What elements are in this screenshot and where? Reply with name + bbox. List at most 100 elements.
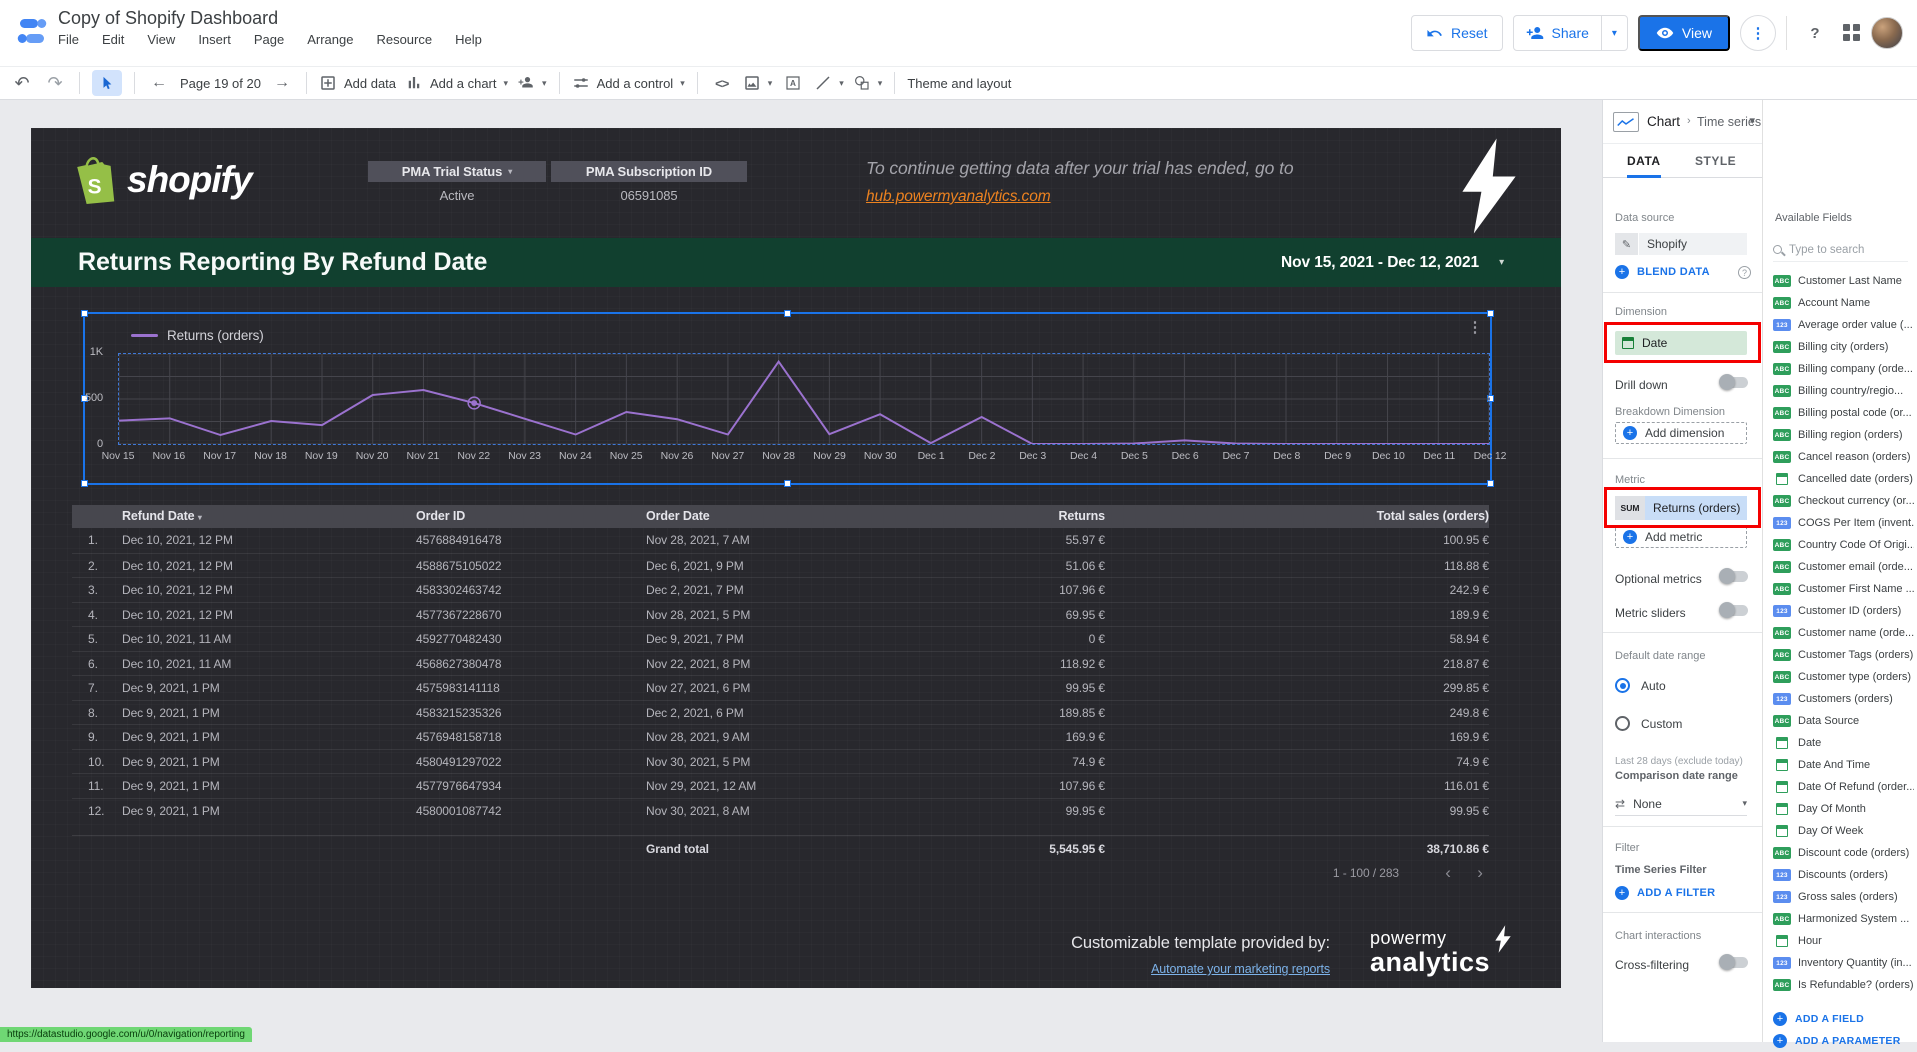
field-date[interactable]: Date [1763,732,1917,754]
chart-menu-button[interactable]: ⋮ [1467,318,1483,336]
date-range-auto-option[interactable]: Auto [1615,678,1666,693]
field-customer-email-orde[interactable]: ABCCustomer email (orde... [1763,556,1917,578]
optional-metrics-toggle[interactable] [1721,571,1748,582]
share-dropdown-caret[interactable]: ▾ [1601,16,1627,50]
date-range-control[interactable]: Nov 15, 2021 - Dec 12, 2021 ▾ [1281,238,1504,287]
field-cancelled-date-orders[interactable]: Cancelled date (orders) [1763,468,1917,490]
edit-pencil-icon[interactable]: ✎ [1615,233,1639,255]
field-date-of-refund-order[interactable]: Date Of Refund (order... [1763,776,1917,798]
embed-code-button[interactable]: <> [710,71,734,95]
field-average-order-value[interactable]: 123Average order value (... [1763,314,1917,336]
table-row[interactable]: 4.Dec 10, 2021, 12 PM4577367228670Nov 28… [72,602,1489,627]
prev-page-button[interactable]: ← [147,71,171,95]
panel-collapse-chevron[interactable]: ▾ [1749,114,1755,127]
field-gross-sales-orders[interactable]: 123Gross sales (orders) [1763,886,1917,908]
field-is-refundable-orders[interactable]: ABCIs Refundable? (orders) [1763,974,1917,996]
metric-sliders-toggle[interactable] [1721,605,1748,616]
add-filter-button[interactable]: + ADD A FILTER [1615,886,1715,900]
field-customers-orders[interactable]: 123Customers (orders) [1763,688,1917,710]
breadcrumb-chart[interactable]: Chart [1647,114,1680,129]
menu-file[interactable]: File [58,32,79,47]
field-discounts-orders[interactable]: 123Discounts (orders) [1763,864,1917,886]
table-row[interactable]: 5.Dec 10, 2021, 11 AM4592770482430Dec 9,… [72,626,1489,651]
field-customer-type-orders[interactable]: ABCCustomer type (orders) [1763,666,1917,688]
field-country-code-of-origi[interactable]: ABCCountry Code Of Origi... [1763,534,1917,556]
date-range-custom-option[interactable]: Custom [1615,716,1682,731]
menu-insert[interactable]: Insert [198,32,231,47]
field-billing-city-orders[interactable]: ABCBilling city (orders) [1763,336,1917,358]
text-box-button[interactable]: A [781,71,805,95]
field-date-and-time[interactable]: Date And Time [1763,754,1917,776]
add-data-button[interactable]: Add data [319,74,396,92]
tab-data[interactable]: DATA [1627,144,1661,178]
next-page-button[interactable]: → [270,71,294,95]
add-dimension-button[interactable]: + Add dimension [1615,422,1747,444]
line-tool-button[interactable]: ▾ [814,74,844,92]
table-row[interactable]: 12.Dec 9, 2021, 1 PM4580001087742Nov 30,… [72,798,1489,823]
resize-handle[interactable] [784,310,791,317]
add-control-button[interactable]: Add a control ▾ [572,74,685,92]
menu-help[interactable]: Help [455,32,482,47]
add-interactive-control-button[interactable]: ▾ [517,74,547,92]
tab-style[interactable]: STYLE [1695,144,1736,178]
data-source-chip[interactable]: ✎ Shopify [1615,233,1747,255]
resize-handle[interactable] [81,480,88,487]
pagination-prev-icon[interactable]: ‹ [1439,863,1457,883]
resize-handle[interactable] [1487,480,1494,487]
field-day-of-week[interactable]: Day Of Week [1763,820,1917,842]
table-row[interactable]: 11.Dec 9, 2021, 1 PM4577976647934Nov 29,… [72,773,1489,798]
dimension-chip-date[interactable]: Date [1615,331,1747,355]
menu-page[interactable]: Page [254,32,284,47]
field-billing-region-orders[interactable]: ABCBilling region (orders) [1763,424,1917,446]
table-row[interactable]: 9.Dec 9, 2021, 1 PM4576948158718Nov 28, … [72,724,1489,749]
table-row[interactable]: 2.Dec 10, 2021, 12 PM4588675105022Dec 6,… [72,553,1489,578]
col-returns[interactable]: Returns [905,505,1105,528]
reset-button[interactable]: Reset [1411,15,1503,51]
blend-data-button[interactable]: + BLEND DATA ? [1615,265,1751,279]
add-chart-button[interactable]: Add a chart ▾ [405,74,508,92]
resize-handle[interactable] [81,310,88,317]
field-customer-name-orde[interactable]: ABCCustomer name (orde... [1763,622,1917,644]
table-row[interactable]: 1.Dec 10, 2021, 12 PM4576884916478Nov 28… [72,528,1489,553]
pagination-next-icon[interactable]: › [1471,863,1489,883]
add-metric-button[interactable]: + Add metric [1615,526,1747,548]
select-tool-button[interactable] [92,70,122,96]
field-hour[interactable]: Hour [1763,930,1917,952]
field-billing-country-regio[interactable]: ABCBilling country/regio... [1763,380,1917,402]
page-indicator[interactable]: Page 19 of 20 [180,76,261,91]
comparison-date-select[interactable]: ⇄ None ▾ [1615,792,1747,816]
menu-view[interactable]: View [147,32,175,47]
resize-handle[interactable] [784,480,791,487]
menu-arrange[interactable]: Arrange [307,32,353,47]
menu-edit[interactable]: Edit [102,32,124,47]
field-cancel-reason-orders[interactable]: ABCCancel reason (orders) [1763,446,1917,468]
help-button[interactable]: ? [1797,15,1833,51]
menu-resource[interactable]: Resource [376,32,432,47]
undo-button[interactable]: ↶ [10,71,34,95]
time-series-chart[interactable] [118,353,1490,445]
theme-layout-button[interactable]: Theme and layout [907,76,1011,91]
col-order-id[interactable]: Order ID [416,505,465,528]
more-options-button[interactable]: ⋮ [1740,15,1776,51]
resize-handle[interactable] [1487,310,1494,317]
field-account-name[interactable]: ABCAccount Name [1763,292,1917,314]
field-cogs-per-item-invent[interactable]: 123COGS Per Item (invent... [1763,512,1917,534]
cross-filtering-toggle[interactable] [1721,957,1748,968]
view-button[interactable]: View [1638,15,1730,51]
add-field-button[interactable]: + ADD A FIELD [1763,1008,1917,1030]
field-customer-id-orders[interactable]: 123Customer ID (orders) [1763,600,1917,622]
redo-button[interactable]: ↷ [43,71,67,95]
table-row[interactable]: 6.Dec 10, 2021, 11 AM4568627380478Nov 22… [72,651,1489,676]
add-parameter-button[interactable]: + ADD A PARAMETER [1763,1030,1917,1052]
shape-tool-button[interactable]: ▾ [853,74,883,92]
apps-grid-icon[interactable] [1843,24,1861,42]
col-refund-date[interactable]: Refund Date ▾ [122,505,202,529]
blend-help-icon[interactable]: ? [1738,266,1751,279]
trial-notice-link[interactable]: hub.powermyanalytics.com [866,188,1051,206]
field-customer-tags-orders[interactable]: ABCCustomer Tags (orders) [1763,644,1917,666]
col-total-sales[interactable]: Total sales (orders) [1289,505,1489,528]
report-title[interactable]: Copy of Shopify Dashboard [58,8,278,29]
field-harmonized-system[interactable]: ABCHarmonized System ... [1763,908,1917,930]
field-discount-code-orders[interactable]: ABCDiscount code (orders) [1763,842,1917,864]
col-order-date[interactable]: Order Date [646,505,710,528]
